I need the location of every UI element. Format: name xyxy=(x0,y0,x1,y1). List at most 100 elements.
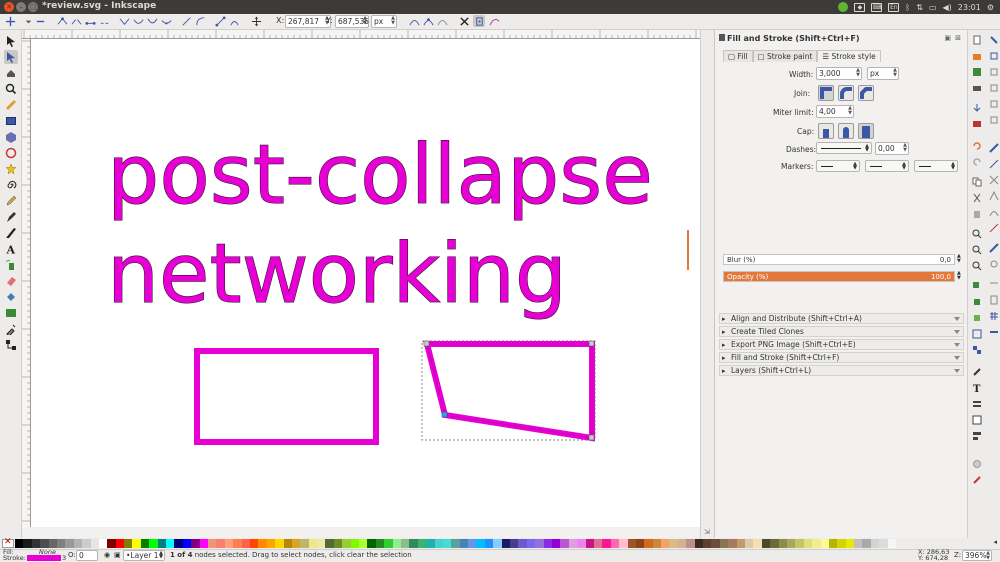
palette-swatch[interactable] xyxy=(459,539,469,548)
dropdown-arrow-icon[interactable]: ▲ ▼ xyxy=(391,16,395,26)
gradient-tool-icon[interactable] xyxy=(4,306,18,320)
clip-path-icon[interactable] xyxy=(458,15,470,27)
canvas-edited-path[interactable] xyxy=(423,341,595,442)
palette-swatch[interactable] xyxy=(23,539,32,548)
palette-swatch[interactable] xyxy=(635,539,645,548)
join-bevel-button[interactable] xyxy=(858,85,874,101)
palette-swatch[interactable] xyxy=(753,539,762,548)
delete-node-icon[interactable] xyxy=(34,15,46,27)
palette-swatch[interactable] xyxy=(627,539,636,548)
align-distribute-icon[interactable] xyxy=(971,430,982,441)
dropdown-arrow-icon[interactable]: ▲ ▼ xyxy=(902,162,906,171)
canvas-rectangle[interactable] xyxy=(194,348,379,445)
cap-round-button[interactable] xyxy=(838,123,854,139)
segment-curve-icon[interactable] xyxy=(194,15,206,27)
spin-arrows-icon[interactable]: ▲ ▼ xyxy=(986,551,990,561)
selector-tool-icon[interactable] xyxy=(4,34,18,48)
palette-swatch[interactable] xyxy=(417,539,427,548)
palette-swatch[interactable] xyxy=(375,539,385,548)
pencil-tool-icon[interactable] xyxy=(4,194,18,208)
dropdown-arrow-icon[interactable]: ▲ ▼ xyxy=(951,162,955,171)
star-tool-icon[interactable] xyxy=(4,162,18,176)
palette-swatch[interactable] xyxy=(719,539,729,548)
path-node[interactable] xyxy=(423,340,430,347)
dash-offset-input[interactable]: 0,00 ▲ ▼ xyxy=(875,142,909,155)
snap-intersection-icon[interactable] xyxy=(988,174,999,185)
palette-swatch[interactable] xyxy=(392,539,401,548)
panel-tiled-clones[interactable]: Create Tiled Clones xyxy=(719,326,964,337)
current-layer-select[interactable]: •Layer 1 ▲ ▼ xyxy=(123,550,165,561)
palette-swatch[interactable] xyxy=(426,539,435,548)
text-font-dialog-icon[interactable]: T xyxy=(971,382,982,393)
bluetooth-icon[interactable]: ᛒ xyxy=(905,3,910,12)
palette-swatch[interactable] xyxy=(661,539,670,548)
palette-swatch[interactable] xyxy=(291,539,301,548)
keyboard-icon[interactable]: ⌨ xyxy=(871,2,883,12)
horizontal-ruler[interactable] xyxy=(22,30,700,39)
tweak-tool-icon[interactable] xyxy=(4,66,18,80)
palette-swatch[interactable] xyxy=(619,539,628,548)
dock-close-icon[interactable]: ▣ xyxy=(944,34,951,42)
connector-tool-icon[interactable] xyxy=(4,338,18,352)
spray-tool-icon[interactable] xyxy=(4,258,18,272)
snap-paths-icon[interactable] xyxy=(988,158,999,169)
spiral-tool-icon[interactable] xyxy=(4,178,18,192)
start-marker-select[interactable]: ▲ ▼ xyxy=(816,160,860,172)
panel-layers[interactable]: Layers (Shift+Ctrl+L) xyxy=(719,365,964,376)
palette-swatch[interactable] xyxy=(778,539,787,548)
layers-dialog-icon[interactable] xyxy=(971,398,982,409)
palette-swatch[interactable] xyxy=(409,539,418,548)
scroll-arrow-icon[interactable]: ⇲ xyxy=(704,528,710,536)
import-icon[interactable] xyxy=(971,102,982,113)
palette-swatch[interactable] xyxy=(543,539,552,548)
no-paint-swatch[interactable]: ✕ xyxy=(2,537,14,548)
paste-icon[interactable] xyxy=(971,208,982,219)
palette-swatch[interactable] xyxy=(48,539,57,548)
spin-arrows-icon[interactable]: ▲ ▼ xyxy=(957,254,961,264)
unit-select[interactable]: px ▲ ▼ xyxy=(371,15,397,28)
xml-editor-icon[interactable] xyxy=(971,414,982,425)
scrollbar-thumb[interactable] xyxy=(687,230,689,270)
palette-swatch[interactable] xyxy=(552,539,561,548)
palette-swatch[interactable] xyxy=(107,539,116,548)
palette-swatch[interactable] xyxy=(342,539,351,548)
palette-swatch[interactable] xyxy=(887,539,897,548)
palette-swatch[interactable] xyxy=(400,539,410,548)
node-cusp-icon[interactable] xyxy=(118,15,130,27)
snap-page-icon[interactable] xyxy=(988,294,999,305)
palette-swatch[interactable] xyxy=(451,539,460,548)
update-icon[interactable] xyxy=(838,2,849,12)
palette-swatch[interactable] xyxy=(249,539,259,548)
tab-stroke-style[interactable]: ☰ Stroke style xyxy=(817,50,881,62)
path-node-selected[interactable] xyxy=(441,411,448,418)
snap-nodes-icon[interactable] xyxy=(988,142,999,153)
zoom-drawing-icon[interactable] xyxy=(971,244,982,255)
palette-swatch[interactable] xyxy=(593,539,603,548)
show-bezier-handles-icon[interactable] xyxy=(422,15,434,27)
close-window-button[interactable]: ✕ xyxy=(4,2,14,12)
join-nodes-icon[interactable] xyxy=(56,15,68,27)
spin-arrows-icon[interactable]: ▲ ▼ xyxy=(363,16,367,26)
snap-guides-icon[interactable] xyxy=(988,326,999,337)
palette-swatch[interactable] xyxy=(115,539,125,548)
palette-swatch[interactable] xyxy=(577,539,586,548)
spin-arrows-icon[interactable]: ▲ ▼ xyxy=(957,271,961,281)
object-to-path-icon[interactable] xyxy=(214,15,226,27)
snap-midpoint-icon[interactable] xyxy=(988,222,999,233)
palette-swatch[interactable] xyxy=(837,539,846,548)
dash-pattern-select[interactable]: ▲ ▼ xyxy=(816,142,872,154)
snap-smooth-icon[interactable] xyxy=(988,206,999,217)
palette-swatch[interactable] xyxy=(367,539,376,548)
dropper-tool-icon[interactable] xyxy=(4,322,18,336)
palette-swatch[interactable] xyxy=(241,539,250,548)
snap-bbox-center-icon[interactable] xyxy=(988,114,999,125)
eraser-tool-icon[interactable] xyxy=(4,274,18,288)
tab-fill[interactable]: ▢ Fill xyxy=(723,50,753,62)
palette-swatch[interactable] xyxy=(140,539,150,548)
palette-swatch[interactable] xyxy=(224,539,234,548)
path-node[interactable] xyxy=(588,434,595,441)
spin-arrows-icon[interactable]: ▲ ▼ xyxy=(903,143,907,153)
palette-swatch[interactable] xyxy=(484,539,494,548)
palette-swatch[interactable] xyxy=(854,539,863,548)
snap-bbox-icon[interactable] xyxy=(988,50,999,61)
